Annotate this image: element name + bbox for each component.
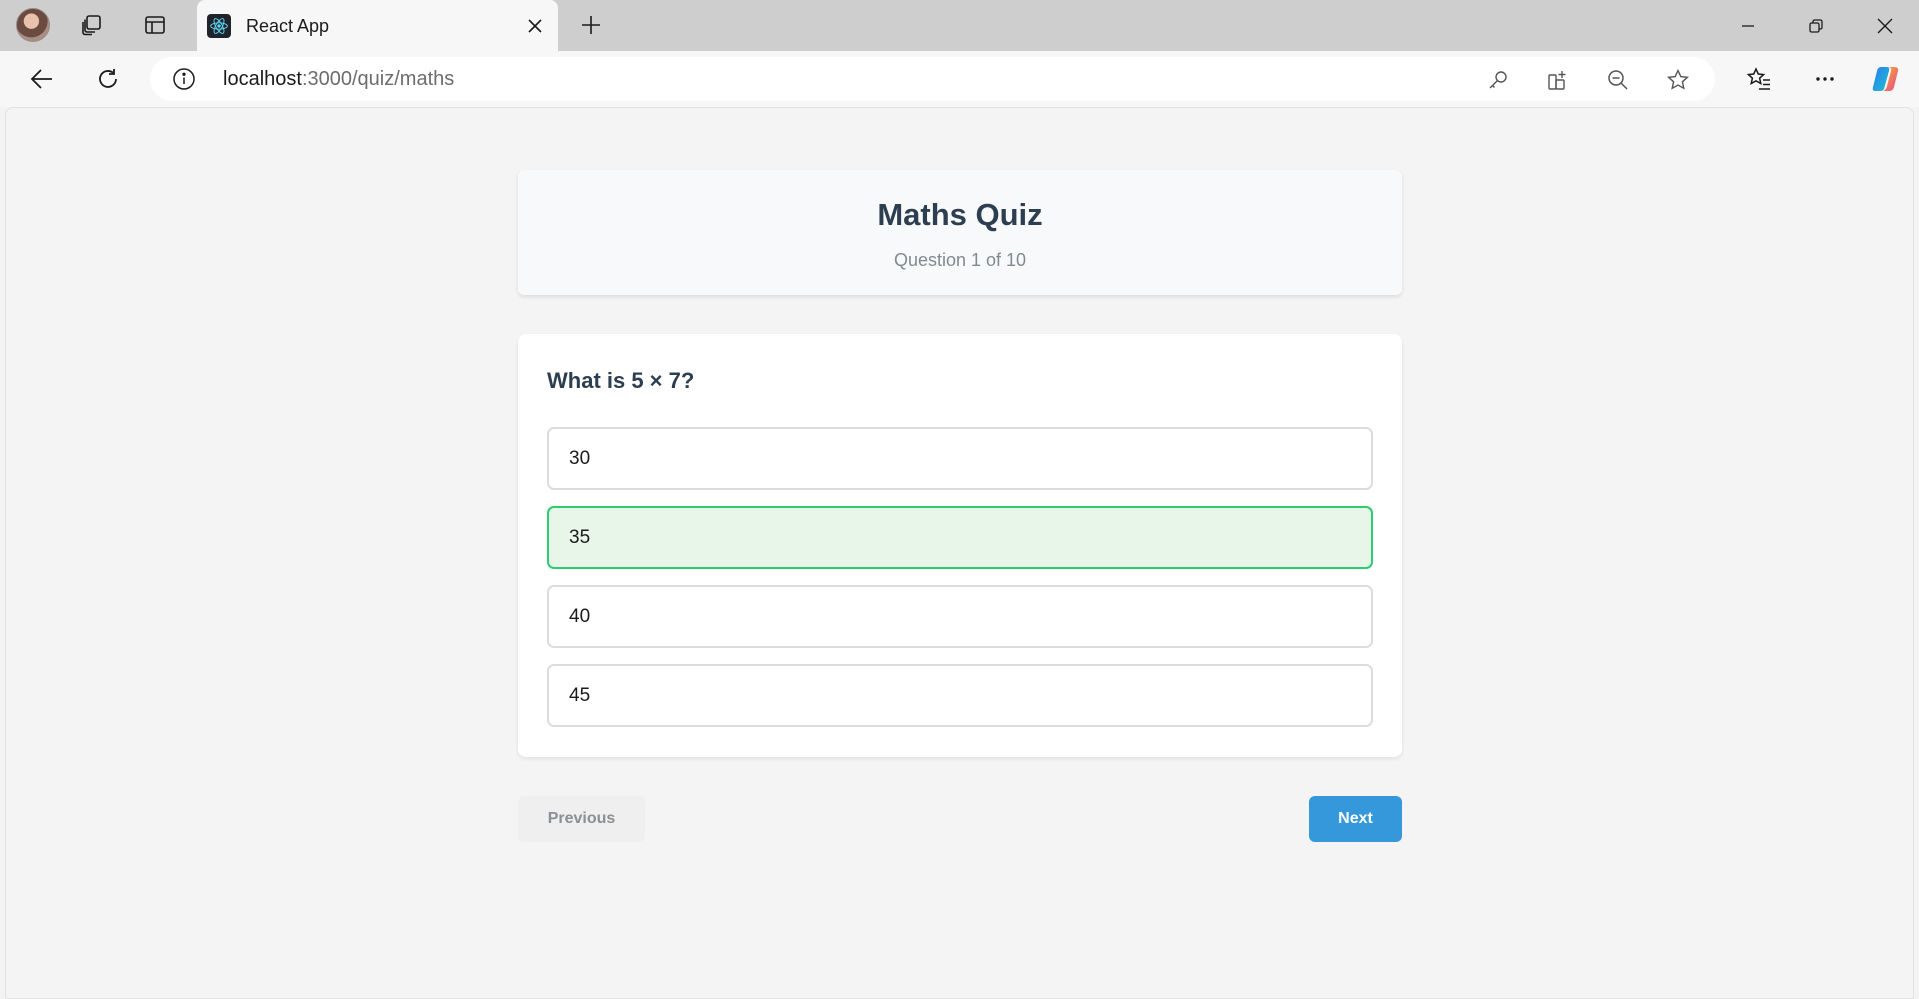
answer-option-label: 45 <box>569 684 591 706</box>
new-tab-plus-icon[interactable] <box>574 8 608 42</box>
previous-button[interactable]: Previous <box>518 796 645 842</box>
tab-title: React App <box>246 16 330 36</box>
url-path: :3000/quiz/maths <box>301 68 455 90</box>
url-host: localhost <box>223 68 302 90</box>
star-icon[interactable] <box>1663 65 1693 95</box>
zoom-out-icon[interactable] <box>1603 65 1633 95</box>
answer-option-label: 30 <box>569 447 591 469</box>
close-tab-icon[interactable] <box>522 13 548 39</box>
favorites-icon[interactable] <box>1741 61 1777 97</box>
refresh-icon[interactable] <box>88 59 128 99</box>
question-card: What is 5 × 7? 30 35 40 45 <box>518 334 1402 757</box>
vertical-tabs-icon[interactable] <box>138 8 172 42</box>
restore-icon[interactable] <box>1782 0 1850 51</box>
copilot-icon[interactable] <box>1868 61 1904 97</box>
question-progress: Question 1 of 10 <box>893 250 1027 270</box>
active-tab[interactable]: React App <box>197 0 558 51</box>
answer-option[interactable]: 40 <box>547 585 1373 648</box>
answer-option[interactable]: 30 <box>547 427 1373 490</box>
back-arrow-icon[interactable] <box>22 59 62 99</box>
workspaces-icon[interactable] <box>75 8 109 42</box>
profile-avatar[interactable] <box>16 8 50 42</box>
more-icon[interactable] <box>1807 61 1843 97</box>
address-bar[interactable]: localhost:3000/quiz/maths <box>150 57 1715 101</box>
url-text[interactable]: localhost:3000/quiz/maths <box>223 68 454 91</box>
next-button[interactable]: Next <box>1309 796 1402 842</box>
minimize-icon[interactable] <box>1714 0 1782 51</box>
info-icon[interactable] <box>172 67 196 91</box>
answer-option-label: 40 <box>569 605 591 627</box>
apps-icon[interactable] <box>1543 65 1573 95</box>
quiz-title: Maths Quiz <box>877 197 1043 232</box>
key-icon[interactable] <box>1483 65 1513 95</box>
close-window-icon[interactable] <box>1851 0 1919 51</box>
question-text: What is 5 × 7? <box>547 368 695 393</box>
answer-option[interactable]: 35 <box>547 506 1373 569</box>
browser-toolbar: localhost:3000/quiz/maths <box>0 51 1919 107</box>
tab-bar: React App <box>0 0 1919 51</box>
quiz-header-card: Maths Quiz Question 1 of 10 <box>518 170 1402 295</box>
answer-option-label: 35 <box>569 526 591 548</box>
react-logo-icon <box>207 14 231 38</box>
answer-option[interactable]: 45 <box>547 664 1373 727</box>
